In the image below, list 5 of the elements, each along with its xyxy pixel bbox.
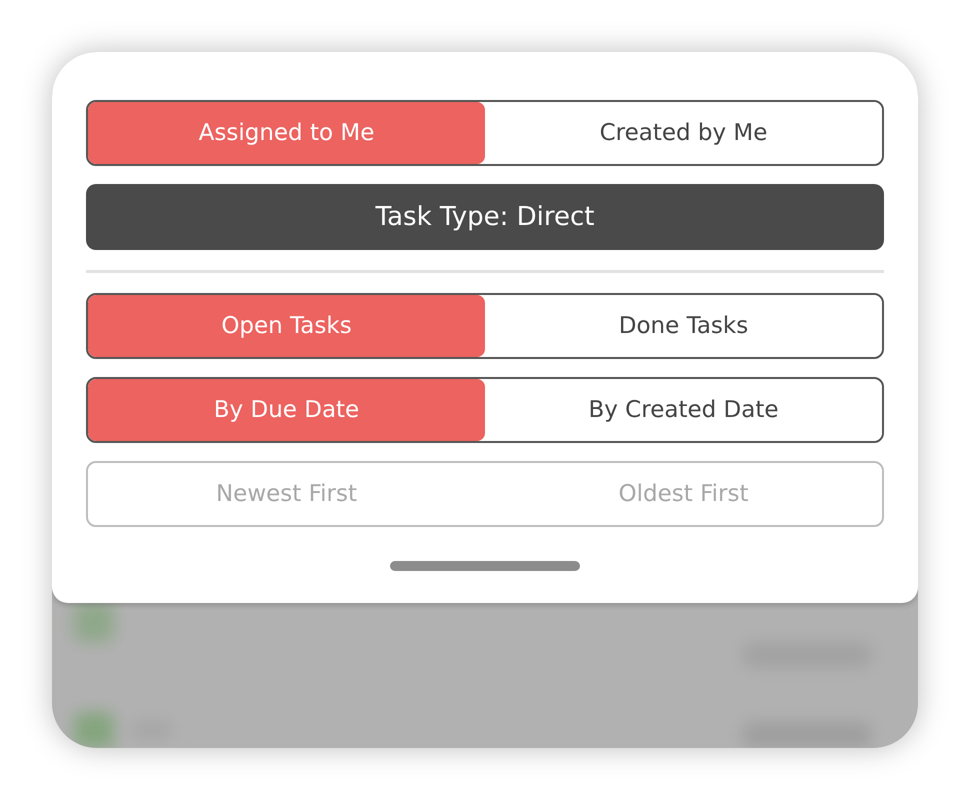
task-type-button[interactable]: Task Type: Direct <box>86 184 884 250</box>
segment-tab[interactable]: Open Tasks <box>88 295 485 357</box>
drag-handle[interactable] <box>390 561 580 571</box>
segment-tab[interactable]: By Due Date <box>88 379 485 441</box>
segment-tab[interactable]: Assigned to Me <box>88 102 485 164</box>
